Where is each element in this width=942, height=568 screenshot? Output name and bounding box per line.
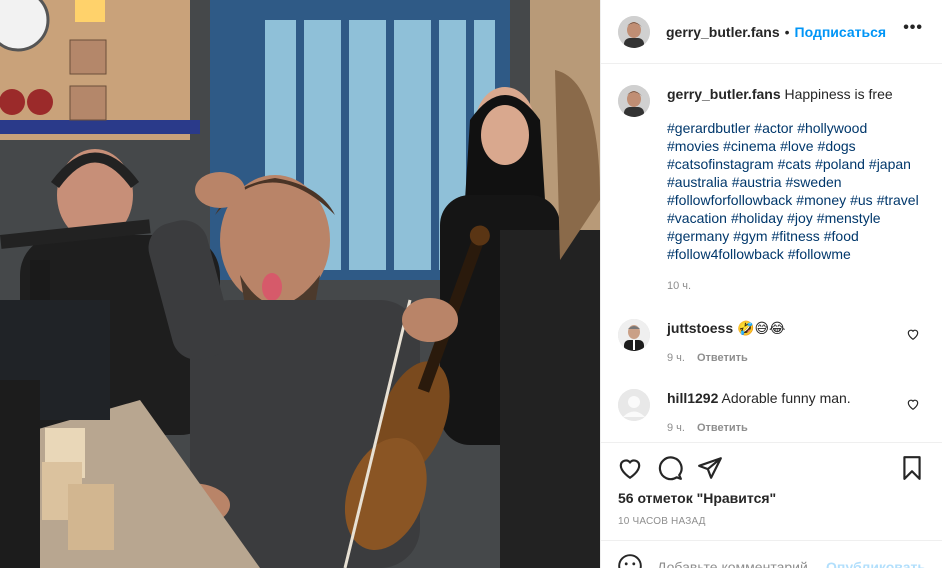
hashtag-link[interactable]: #holiday [731, 209, 783, 227]
hashtag-link[interactable]: #cats [778, 155, 811, 173]
comment-input[interactable]: Добавьте комментарий... [657, 559, 819, 568]
default-avatar-icon [618, 389, 650, 421]
hashtag-link[interactable]: #hollywood [797, 119, 867, 137]
comment-icon[interactable] [657, 455, 683, 481]
comments-scroll-area[interactable]: gerry_butler.fans Happiness is free #ger… [601, 65, 942, 441]
add-comment-bar: Добавьте комментарий... Опубликовать [601, 540, 942, 568]
hashtag-link[interactable]: #menstyle [817, 209, 881, 227]
caption-username[interactable]: gerry_butler.fans [667, 86, 781, 102]
comment-like-heart-icon[interactable] [906, 397, 920, 411]
hashtag-link[interactable]: #cinema [723, 137, 776, 155]
hashtag-link[interactable]: #travel [877, 191, 919, 209]
reply-button[interactable]: Ответить [697, 349, 748, 367]
hashtag-link[interactable]: #food [824, 227, 859, 245]
more-options-button[interactable]: ••• [903, 20, 923, 36]
separator-dot: • [784, 23, 790, 40]
post-side-panel: gerry_butler.fans • Подписаться ••• gerr… [600, 0, 942, 568]
comment-item: juttstoess 🤣😅😂 9 ч. Ответить [618, 319, 928, 367]
commenter-avatar[interactable] [618, 319, 650, 351]
post-photo[interactable] [0, 0, 600, 568]
hashtag-link[interactable]: #vacation [667, 209, 727, 227]
hashtag-link[interactable]: #dogs [818, 137, 856, 155]
publish-button[interactable]: Опубликовать [826, 559, 926, 568]
hashtag-link[interactable]: #fitness [772, 227, 820, 245]
reply-button[interactable]: Ответить [697, 419, 748, 437]
hashtag-link[interactable]: #australia [667, 173, 728, 191]
avatar-image [618, 15, 650, 48]
hashtag-link[interactable]: #follow4followback [667, 245, 784, 263]
comment-text: 🤣😅😂 [737, 320, 786, 336]
hashtag-link[interactable]: #gym [733, 227, 767, 245]
photo-illustration [0, 0, 600, 568]
hashtag-link[interactable]: #sweden [786, 173, 842, 191]
bookmark-icon[interactable] [899, 455, 925, 481]
hashtag-link[interactable]: #gerardbutler [667, 119, 750, 137]
comment-username[interactable]: hill1292 [667, 390, 718, 406]
avatar-image [618, 319, 650, 351]
hashtag-link[interactable]: #actor [754, 119, 793, 137]
comment-time[interactable]: 9 ч. [667, 349, 685, 367]
share-icon[interactable] [697, 455, 723, 481]
hashtag-link[interactable]: #money [796, 191, 846, 209]
comment-meta: 9 ч. Ответить [667, 349, 907, 367]
hashtag-link[interactable]: #germany [667, 227, 729, 245]
comment-username[interactable]: juttstoess [667, 320, 733, 336]
post-caption: gerry_butler.fans Happiness is free #ger… [618, 85, 928, 295]
comment-item: hill1292 Adorable funny man. 9 ч. Ответи… [618, 389, 928, 437]
emoji-icon[interactable] [617, 553, 643, 568]
commenter-avatar[interactable] [618, 389, 650, 421]
hashtag-link[interactable]: #poland [815, 155, 865, 173]
hashtag-link[interactable]: #joy [787, 209, 813, 227]
post-timestamp[interactable]: 10 ЧАСОВ НАЗАД [618, 516, 706, 527]
header-username[interactable]: gerry_butler.fans [666, 24, 780, 40]
hashtag-link[interactable]: #movies [667, 137, 719, 155]
comment-meta: 9 ч. Ответить [667, 419, 907, 437]
hashtag-link[interactable]: #catsofinstagram [667, 155, 774, 173]
hashtag-link[interactable]: #austria [732, 173, 782, 191]
follow-button[interactable]: Подписаться [795, 24, 887, 40]
caption-time[interactable]: 10 ч. [667, 277, 927, 295]
likes-count[interactable]: 56 отметок "Нравится" [618, 490, 776, 506]
comment-text: Adorable funny man. [721, 390, 851, 406]
caption-avatar[interactable] [618, 85, 650, 117]
comment-time[interactable]: 9 ч. [667, 419, 685, 437]
comment-like-heart-icon[interactable] [906, 327, 920, 341]
avatar[interactable] [618, 15, 650, 48]
caption-text: Happiness is free [784, 86, 893, 102]
heart-icon[interactable] [617, 455, 643, 481]
hashtag-link[interactable]: #love [780, 137, 813, 155]
hashtag-link[interactable]: #us [850, 191, 873, 209]
post-actions: 56 отметок "Нравится" 10 ЧАСОВ НАЗАД [601, 442, 942, 527]
hashtag-list: #gerardbutler #actor #hollywood #movies #cin… [667, 119, 927, 263]
hashtag-link[interactable]: #japan [869, 155, 911, 173]
hashtag-link[interactable]: #followforfollowback [667, 191, 792, 209]
hashtag-link[interactable]: #followme [788, 245, 851, 263]
post-header: gerry_butler.fans • Подписаться ••• [601, 0, 942, 64]
avatar-image [618, 85, 650, 117]
